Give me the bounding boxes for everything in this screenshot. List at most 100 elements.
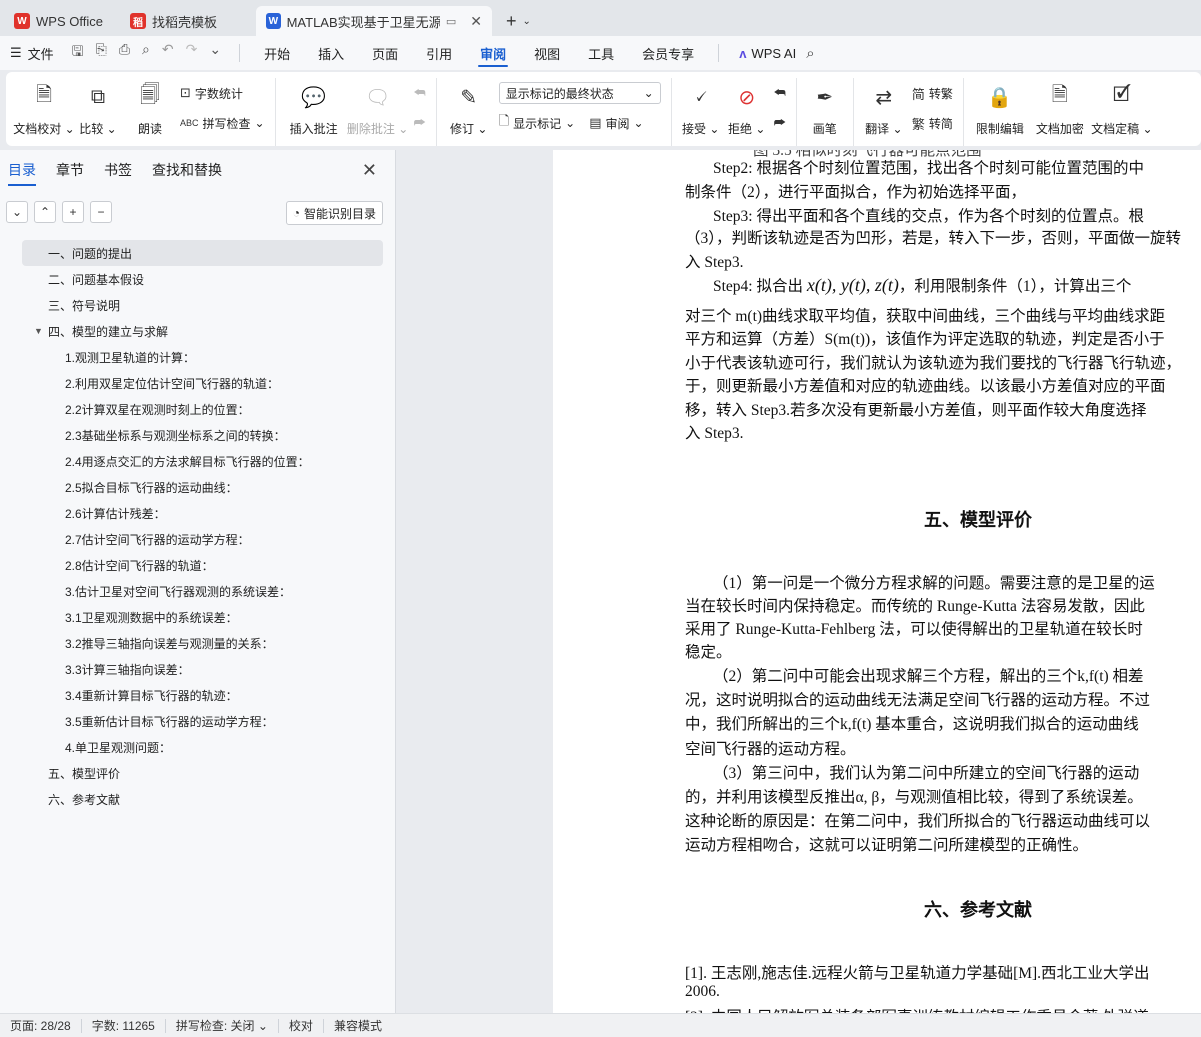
- doc-line: 稳定。: [685, 644, 732, 661]
- spell-check-button[interactable]: ABC 拼写检查 ⌄: [180, 112, 265, 134]
- toc-item[interactable]: 2.3基础坐标系与观测坐标系之间的转换：: [0, 422, 395, 448]
- menu-view[interactable]: 视图: [520, 36, 574, 70]
- review-pane-button[interactable]: ▤ 审阅 ⌄: [589, 112, 643, 134]
- read-aloud-button[interactable]: 🗐 朗读: [124, 78, 176, 137]
- expand-all-button[interactable]: ⌄: [6, 201, 28, 223]
- toc-item[interactable]: 六、参考文献: [0, 786, 395, 812]
- tab-bookmarks[interactable]: 书签: [104, 150, 132, 190]
- word-count-indicator[interactable]: 字数: 11265: [82, 1018, 166, 1033]
- toc-item-label: 4.单卫星观测问题：: [65, 740, 172, 755]
- toc-item[interactable]: 3.4重新计算目标飞行器的轨迹：: [0, 682, 395, 708]
- toc-item-label: 3.1卫星观测数据中的系统误差：: [65, 610, 238, 625]
- reject-button[interactable]: ⊘ 拒绝 ⌄: [724, 78, 770, 137]
- expand-arrow-icon[interactable]: ▼: [34, 326, 43, 336]
- accept-button[interactable]: 🗸 接受 ⌄: [678, 78, 724, 137]
- prev-change-button[interactable]: ⮪: [774, 82, 786, 104]
- insert-comment-button[interactable]: 💬 插入批注: [282, 78, 346, 137]
- to-simplified-button[interactable]: 繁 转简: [912, 112, 953, 134]
- doc-encrypt-button[interactable]: 🗎 文档加密: [1030, 78, 1090, 137]
- to-traditional-button[interactable]: 简 转繁: [912, 82, 953, 104]
- toc-item[interactable]: 五、模型评价: [0, 760, 395, 786]
- toc-item[interactable]: 3.3计算三轴指向误差：: [0, 656, 395, 682]
- tab-document[interactable]: W MATLAB实现基于卫星无源探 ▭ ✕: [256, 6, 492, 36]
- screen-icon[interactable]: ▭: [446, 15, 456, 28]
- toc-item[interactable]: 二、问题基本假设: [0, 266, 395, 292]
- undo-icon[interactable]: ↶: [162, 41, 174, 65]
- delete-comment-button[interactable]: 🗨 删除批注 ⌄: [346, 78, 410, 137]
- pen-button[interactable]: ✒ 画笔: [803, 78, 847, 137]
- page-indicator[interactable]: 页面: 28/28: [0, 1018, 82, 1033]
- close-panel-icon[interactable]: ✕: [362, 160, 377, 181]
- toc-item[interactable]: ▼ 四、模型的建立与求解: [0, 318, 395, 344]
- close-tab-icon[interactable]: ✕: [470, 13, 482, 30]
- document-page[interactable]: 图 3.5 相似时刻飞行器可能点范围 Step2: 根据各个时刻位置范围，找出各…: [553, 150, 1201, 1013]
- plus-icon: +: [506, 10, 517, 31]
- show-markup-button[interactable]: 🗋 显示标记 ⌄: [499, 112, 576, 134]
- prev-comment-button[interactable]: ⮪: [414, 82, 426, 104]
- spell-check-indicator[interactable]: 拼写检查: 关闭 ⌄: [166, 1018, 279, 1033]
- export-icon[interactable]: ⎘: [96, 41, 107, 65]
- doc-check-icon: 🗎: [35, 84, 53, 106]
- toc-item[interactable]: 2.8估计空间飞行器的轨道：: [0, 552, 395, 578]
- restrict-edit-button[interactable]: 🔒 限制编辑: [970, 78, 1030, 137]
- toc-item[interactable]: 2.6计算估计残差：: [0, 500, 395, 526]
- more-icon[interactable]: ⌄: [209, 41, 221, 65]
- search-icon[interactable]: ⌕: [806, 45, 814, 62]
- tab-chapters[interactable]: 章节: [56, 150, 84, 190]
- save-icon[interactable]: 🖫: [72, 41, 84, 65]
- compare-button[interactable]: ⧉ 比较 ⌄: [72, 78, 124, 137]
- toc-item-label: 二、问题基本假设: [48, 272, 145, 287]
- translate-button[interactable]: ⇄ 翻译 ⌄: [860, 78, 908, 137]
- remove-heading-button[interactable]: −: [90, 201, 112, 223]
- menu-insert[interactable]: 插入: [304, 36, 358, 70]
- step4-suffix: ，利用限制条件（1），计算出三个: [898, 278, 1132, 295]
- menu-member[interactable]: 会员专享: [628, 36, 708, 70]
- next-comment-button[interactable]: ⮫: [414, 112, 426, 134]
- doc-check-button[interactable]: 🗎 文档校对 ⌄: [13, 78, 74, 137]
- word-count-button[interactable]: ⊡ 字数统计: [180, 82, 265, 104]
- read-aloud-label: 朗读: [137, 122, 162, 136]
- collapse-all-button[interactable]: ⌃: [34, 201, 56, 223]
- tab-toc[interactable]: 目录: [8, 150, 36, 190]
- toc-item[interactable]: 1.观测卫星轨道的计算：: [0, 344, 395, 370]
- doc-line: （2）第二问中可能会出现求解三个方程，解出的三个k,f(t) 相差: [713, 668, 1144, 685]
- menu-home[interactable]: 开始: [250, 36, 304, 70]
- reference-line: 2006.: [685, 983, 720, 1000]
- document-area[interactable]: 图 3.5 相似时刻飞行器可能点范围 Step2: 根据各个时刻位置范围，找出各…: [397, 150, 1201, 1013]
- toc-item[interactable]: 4.单卫星观测问题：: [0, 734, 395, 760]
- markup-select[interactable]: 显示标记的最终状态 ⌄: [498, 82, 661, 104]
- revise-button[interactable]: ✎ 修订 ⌄: [443, 78, 495, 137]
- menu-review[interactable]: 审阅: [466, 36, 520, 70]
- quick-access-toolbar: 🖫 ⎘ ⎙ ⌕ ↶ ↷ ⌄: [64, 41, 229, 65]
- toc-item[interactable]: 3.估计卫星对空间飞行器观测的系统误差：: [0, 578, 395, 604]
- new-tab-button[interactable]: + ⌄: [498, 6, 539, 36]
- tab-wps-office[interactable]: W WPS Office: [4, 6, 114, 36]
- toc-item[interactable]: 三、符号说明: [0, 292, 395, 318]
- toc-item[interactable]: 2.7估计空间飞行器的运动学方程：: [0, 526, 395, 552]
- toc-item[interactable]: 3.1卫星观测数据中的系统误差：: [0, 604, 395, 630]
- toc-item[interactable]: 3.2推导三轴指向误差与观测量的关系：: [0, 630, 395, 656]
- add-heading-button[interactable]: +: [62, 201, 84, 223]
- doc-finalize-button[interactable]: 🗹 文档定稿 ⌄: [1090, 78, 1154, 137]
- toc-item[interactable]: 2.5拟合目标飞行器的运动曲线：: [0, 474, 395, 500]
- menu-page[interactable]: 页面: [358, 36, 412, 70]
- redo-icon[interactable]: ↷: [186, 41, 198, 65]
- toc-item[interactable]: 2.2计算双星在观测时刻上的位置：: [0, 396, 395, 422]
- menu-tools[interactable]: 工具: [574, 36, 628, 70]
- smart-toc-button[interactable]: ◔ 智能识别目录: [285, 201, 383, 225]
- proof-indicator[interactable]: 校对: [279, 1018, 324, 1033]
- chevron-down-icon: ⌄: [254, 116, 265, 130]
- tab-find-replace[interactable]: 查找和替换: [152, 150, 222, 190]
- toc-item[interactable]: 一、问题的提出: [22, 240, 383, 266]
- toc-item[interactable]: 2.利用双星定位估计空间飞行器的轨道：: [0, 370, 395, 396]
- print-icon[interactable]: ⎙: [119, 41, 130, 65]
- next-change-button[interactable]: ⮫: [774, 112, 786, 134]
- toc-item[interactable]: 2.4用逐点交汇的方法求解目标飞行器的位置：: [0, 448, 395, 474]
- toc-item-label: 2.7估计空间飞行器的运动学方程：: [65, 532, 250, 547]
- print-preview-icon[interactable]: ⌕: [142, 41, 150, 65]
- menu-references[interactable]: 引用: [412, 36, 466, 70]
- tab-template[interactable]: 稻 找稻壳模板: [120, 6, 250, 36]
- wps-ai-button[interactable]: ʌ WPS AI: [729, 46, 806, 61]
- toc-item[interactable]: 3.5重新估计目标飞行器的运动学方程：: [0, 708, 395, 734]
- file-menu[interactable]: ☰ 文件: [0, 44, 64, 63]
